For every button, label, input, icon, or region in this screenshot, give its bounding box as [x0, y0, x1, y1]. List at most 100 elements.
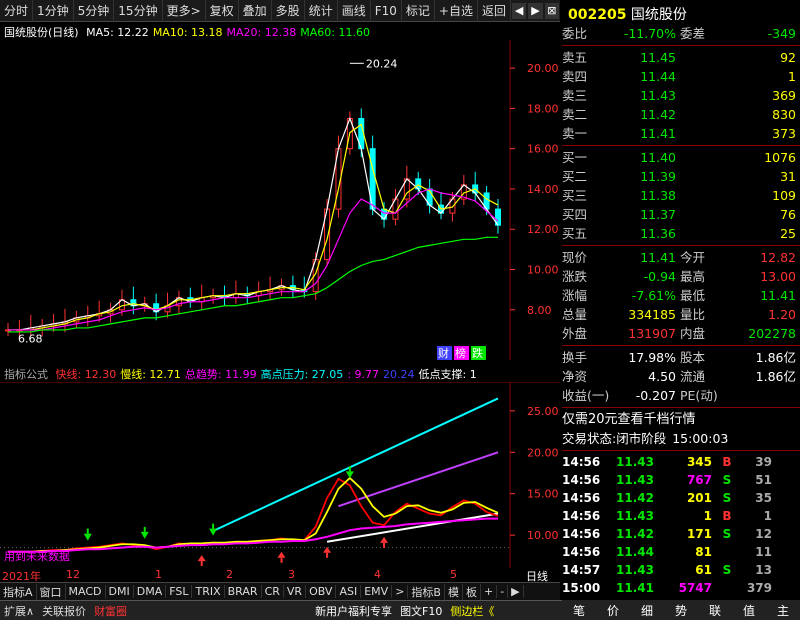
order-price: 11.42 [640, 107, 676, 122]
indicator-tab[interactable]: ▶ [508, 585, 524, 598]
toolbar-item[interactable]: 1分钟 [33, 0, 74, 22]
toolbar-item[interactable]: F10 [371, 0, 402, 22]
indicator-tab[interactable]: > [392, 585, 409, 598]
status-item[interactable]: 新用户福利专享 [311, 603, 396, 619]
indicator-chart[interactable]: 25.00 20.00 15.00 10.00 用到未来数据 [0, 382, 560, 568]
quote-label: 最高 [680, 269, 706, 284]
side-tab[interactable]: 值 [743, 602, 755, 619]
indicator-tab[interactable]: 窗口 [37, 583, 66, 600]
sell-arrow-icon [277, 551, 286, 558]
indicator-tab[interactable]: 模 [445, 583, 463, 600]
stat-label: 收益(一) [562, 388, 610, 403]
status-item[interactable]: 关联报价 [38, 603, 90, 619]
order-price: 11.41 [640, 126, 676, 141]
toolbar-item[interactable]: 叠加 [239, 0, 272, 22]
status-item[interactable]: 扩展∧ [0, 603, 38, 619]
event-badge[interactable]: 财 [438, 346, 449, 360]
order-qty: 109 [772, 188, 796, 203]
tick-price: 11.43 [616, 455, 654, 469]
promo-text[interactable]: 仅需20元查看千档行情 [562, 410, 696, 429]
indicator-tab[interactable]: EMV [361, 585, 393, 598]
indicator-tab[interactable]: TRIX [192, 585, 225, 598]
indicator-tab[interactable]: 板 [463, 583, 481, 600]
trade-tick-row: 15:00 11.41 5747 379 [562, 579, 800, 597]
indicator-tab[interactable]: DMI [106, 585, 134, 598]
tick-time: 14:56 [562, 473, 601, 487]
indicator-tab[interactable]: DMA [134, 585, 167, 598]
indicator-series-2 [8, 517, 499, 553]
toolbar-item[interactable]: 更多> [163, 0, 206, 22]
quote-row: 涨跌 -0.94 最高 13.00 [562, 267, 800, 286]
toolbar-nav-icon[interactable]: ◀ [511, 2, 527, 19]
indicator-tab[interactable]: 指标A [0, 583, 37, 600]
side-tab[interactable]: 价 [607, 602, 619, 619]
toolbar-item[interactable]: 返回 [478, 0, 511, 22]
tick-volume: 81 [695, 545, 712, 559]
toolbar-item[interactable]: +自选 [435, 0, 478, 22]
event-badge[interactable]: 跌 [472, 346, 483, 360]
order-row: 买三 11.38 109 [562, 186, 800, 205]
price-tick-label: 14.00 [527, 183, 559, 196]
side-tab[interactable]: 联 [709, 602, 721, 619]
side-tab[interactable]: 势 [675, 602, 687, 619]
chart-title: 国统股份(日线) [4, 26, 79, 39]
indicator-name[interactable]: 指标公式 [4, 368, 48, 381]
indicator-field: 慢线: 12.71 [120, 368, 181, 381]
toolbar-item[interactable]: 分时 [0, 0, 34, 22]
side-tab[interactable]: 笔 [573, 602, 585, 619]
tick-volume: 201 [686, 491, 712, 505]
indicator-tab[interactable]: ASI [336, 585, 362, 598]
toolbar-nav-icon[interactable]: ⊠ [544, 2, 560, 19]
toolbar-item[interactable]: 画线 [338, 0, 371, 22]
toolbar-item[interactable]: 统计 [305, 0, 338, 22]
quote-label: 外盘 [562, 326, 588, 341]
status-item[interactable]: 图文F10 [396, 603, 446, 619]
indicator-tab[interactable]: VR [284, 585, 307, 598]
order-row: 卖三 11.43 369 [562, 86, 800, 105]
toolbar-item[interactable]: 15分钟 [114, 0, 163, 22]
price-tick-label: 10.00 [527, 264, 559, 277]
indicator-field: 快线: 12.30 [55, 368, 117, 381]
indicator-tab[interactable]: FSL [166, 585, 193, 598]
event-badge[interactable]: 榜 [455, 346, 466, 360]
indicator-tab[interactable]: - [497, 585, 509, 598]
quote-value: -0.94 [643, 269, 676, 284]
toolbar-item[interactable]: 5分钟 [74, 0, 115, 22]
indicator-tab[interactable]: 指标B [408, 583, 445, 600]
stat-row: 换手 17.98% 股本 1.86亿 [562, 348, 800, 367]
trade-tick-row: 14:56 11.44 81 11 [562, 543, 800, 561]
symbol-header: 002205 国统股份 [568, 4, 687, 24]
stat-row: 收益(一) -0.207 PE(动) [562, 386, 800, 405]
side-tab[interactable]: 细 [641, 602, 653, 619]
ind-tick-label: 10.00 [527, 529, 559, 542]
indicator-tab[interactable]: + [481, 585, 498, 598]
status-item[interactable]: 侧边栏《 [446, 603, 498, 619]
quote-label: 内盘 [680, 326, 706, 341]
status-item[interactable]: 财富圈 [90, 603, 131, 619]
weibi-label: 委比 [562, 26, 588, 41]
tick-time: 14:57 [562, 563, 601, 577]
symbol-name[interactable]: 国统股份 [631, 7, 687, 23]
promo-row[interactable]: 仅需20元查看千档行情 [562, 410, 800, 429]
toolbar-item[interactable]: 复权 [206, 0, 239, 22]
price-tick-label: 12.00 [527, 223, 559, 236]
tick-time: 14:56 [562, 527, 601, 541]
toolbar-item[interactable]: 多股 [272, 0, 305, 22]
toolbar-nav-icon[interactable]: ▶ [528, 2, 543, 19]
side-tab[interactable]: 主 [777, 602, 789, 619]
indicator-tab[interactable]: MACD [66, 585, 106, 598]
toolbar-item[interactable]: 标记 [402, 0, 435, 22]
tick-side [712, 579, 742, 597]
stat-label: 换手 [562, 350, 588, 365]
order-row: 买二 11.39 31 [562, 167, 800, 186]
indicator-tab[interactable]: BRAR [225, 585, 262, 598]
indicator-tab[interactable]: OBV [306, 585, 337, 598]
order-qty: 76 [780, 207, 796, 222]
indicator-tab[interactable]: CR [262, 585, 284, 598]
tick-volume: 1 [703, 509, 712, 523]
order-price: 11.37 [640, 207, 676, 222]
buy-orders: 买一 11.40 1076 买二 11.39 31 买三 11.38 109 买四 11.37 76 买… [562, 148, 800, 243]
main-chart[interactable]: 20.00 18.00 16.00 14.00 12.00 10.00 8.00 20.24 6… [0, 40, 560, 360]
stat-value: 1.86亿 [755, 369, 796, 384]
indicator-field: : 9.77 [347, 368, 380, 381]
